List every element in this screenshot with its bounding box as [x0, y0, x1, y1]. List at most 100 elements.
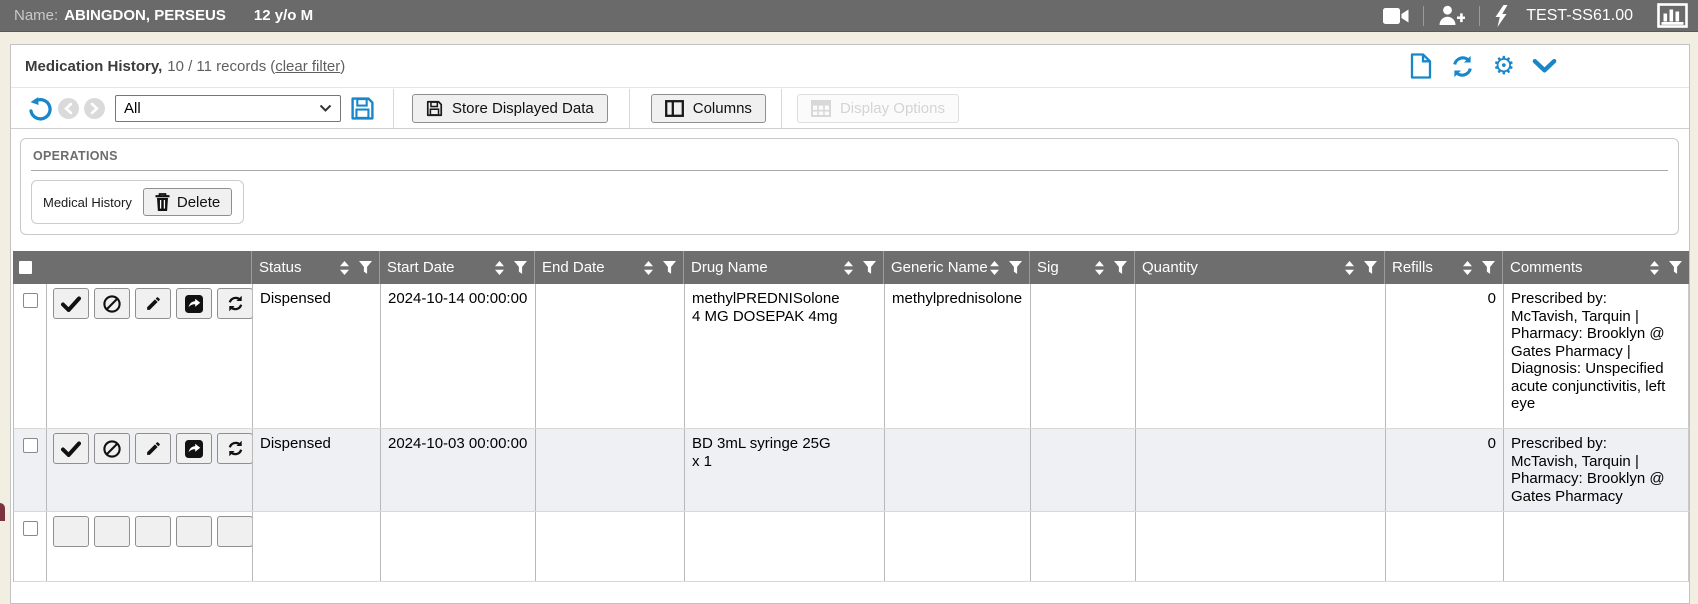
drug-name-text: methylPREDNISolone 4 MG DOSEPAK 4mg [692, 290, 839, 325]
discontinue-block-button[interactable] [94, 433, 130, 464]
table-row: Dispensed 2024-10-14 00:00:00 methylPRED… [13, 284, 1689, 429]
sort-icon[interactable] [1650, 261, 1659, 275]
divider [629, 89, 630, 128]
sig-cell [1031, 512, 1136, 581]
start-date-cell: 2024-10-03 00:00:00 [381, 429, 536, 511]
filter-funnel-icon[interactable] [663, 261, 676, 274]
panel-header: Medication History, 10 / 11 records (cle… [11, 45, 1689, 88]
medication-history-panel: Medication History, 10 / 11 records (cle… [10, 44, 1690, 604]
sort-icon[interactable] [1095, 261, 1104, 275]
refresh-icon [226, 440, 245, 457]
divider [781, 89, 782, 128]
select-all-checkbox[interactable] [19, 261, 32, 274]
refresh-icon [226, 295, 245, 312]
filter-funnel-icon[interactable] [1114, 261, 1127, 274]
forward-arrow-icon [185, 295, 203, 313]
sort-icon[interactable] [844, 261, 853, 275]
undo-icon[interactable] [27, 96, 53, 121]
edit-pencil-icon [145, 295, 162, 312]
discontinue-block-button[interactable] [94, 288, 130, 319]
quantity-cell [1136, 284, 1386, 428]
sort-icon[interactable] [990, 261, 999, 275]
table-toolbar: All Store Displayed Data Columns [11, 88, 1689, 129]
column-header-start-date: Start Date [380, 251, 535, 284]
row-checkbox[interactable] [23, 438, 38, 453]
forward-arrow-icon [185, 440, 203, 458]
display-options-button: Display Options [797, 94, 959, 123]
banner-actions: TEST-SS61.00 [1383, 3, 1688, 28]
divider [1423, 6, 1424, 26]
filter-funnel-icon[interactable] [863, 261, 876, 274]
forward-button[interactable] [176, 288, 212, 319]
end-date-cell [536, 429, 685, 511]
table-header-select-cell [13, 251, 252, 284]
edit-button[interactable] [135, 433, 171, 464]
filter-funnel-icon[interactable] [1482, 261, 1495, 274]
refills-cell: 0 [1386, 284, 1504, 428]
delete-button[interactable]: Delete [143, 188, 232, 216]
status-cell: Dispensed [253, 429, 381, 511]
sort-icon[interactable] [1463, 261, 1472, 275]
medical-history-group: Medical History Delete [31, 180, 244, 224]
filter-funnel-icon[interactable] [1669, 261, 1682, 274]
column-header-comments: Comments [1503, 251, 1689, 284]
approve-check-button[interactable] [53, 288, 89, 319]
sig-cell [1031, 284, 1136, 428]
row-action-buttons [47, 284, 253, 428]
store-displayed-data-button[interactable]: Store Displayed Data [412, 94, 608, 123]
divider [393, 89, 394, 128]
quantity-cell [1136, 512, 1386, 581]
row-actions-cell [14, 429, 253, 511]
filter-funnel-icon[interactable] [1009, 261, 1022, 274]
filter-funnel-icon[interactable] [359, 261, 372, 274]
delete-label: Delete [177, 194, 220, 211]
column-label: End Date [542, 259, 605, 276]
column-header-refills: Refills [1385, 251, 1503, 284]
drug-name-cell [685, 512, 885, 581]
forward-button[interactable] [176, 433, 212, 464]
sort-icon[interactable] [1345, 261, 1354, 275]
filter-funnel-icon[interactable] [1364, 261, 1377, 274]
column-label: Comments [1510, 259, 1583, 276]
bar-chart-icon[interactable] [1657, 3, 1688, 28]
gear-icon[interactable]: ⚙ [1493, 54, 1515, 78]
filter-funnel-icon[interactable] [514, 261, 527, 274]
end-date-cell [536, 512, 685, 581]
new-document-icon[interactable] [1410, 53, 1432, 79]
check-icon [61, 296, 81, 312]
check-icon [61, 441, 81, 457]
video-camera-icon[interactable] [1383, 7, 1409, 25]
sort-icon[interactable] [340, 261, 349, 275]
block-icon [103, 295, 121, 313]
sort-icon[interactable] [644, 261, 653, 275]
circle-chevron-right-icon[interactable] [84, 98, 105, 119]
drug-name-text: BD 3mL syringe 25G x 1 [692, 435, 839, 470]
edit-button[interactable] [135, 288, 171, 319]
lightning-icon[interactable] [1494, 5, 1508, 27]
row-checkbox-cell [14, 284, 47, 428]
filter-dropdown[interactable]: All [115, 95, 341, 122]
refills-cell [1386, 512, 1504, 581]
row-checkbox-cell [14, 429, 47, 511]
refresh-icon[interactable] [1449, 54, 1476, 79]
row-checkbox[interactable] [23, 293, 38, 308]
columns-button[interactable]: Columns [651, 94, 766, 123]
approve-check-button[interactable] [53, 433, 89, 464]
chevron-down-icon[interactable] [1532, 58, 1557, 74]
add-person-icon[interactable] [1438, 5, 1465, 26]
renew-refresh-button[interactable] [217, 288, 253, 319]
clear-filter-link[interactable]: clear filter [275, 58, 340, 75]
medical-history-label: Medical History [43, 195, 132, 210]
generic-name-cell [885, 429, 1031, 511]
save-icon[interactable] [350, 96, 375, 121]
save-icon [426, 100, 443, 117]
medication-table: Status Start Date End Date Drug Name Gen [13, 251, 1689, 582]
renew-refresh-button[interactable] [217, 433, 253, 464]
generic-name-cell: methylprednisolone [885, 284, 1031, 428]
quantity-cell [1136, 429, 1386, 511]
circle-chevron-left-icon[interactable] [58, 98, 79, 119]
row-checkbox[interactable] [23, 521, 38, 536]
divider [1479, 6, 1480, 26]
block-icon [103, 440, 121, 458]
sort-icon[interactable] [495, 261, 504, 275]
